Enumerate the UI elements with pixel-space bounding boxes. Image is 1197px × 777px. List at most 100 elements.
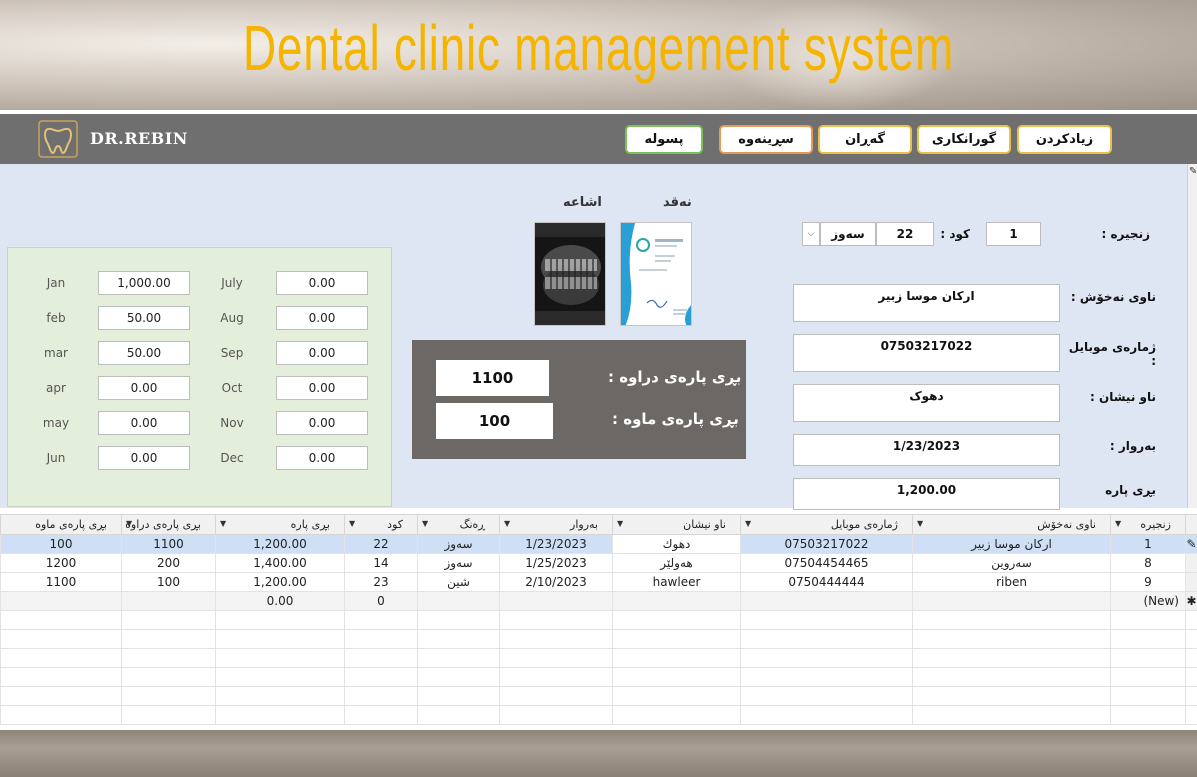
cell-mobile[interactable]: 07503217022 [740,534,913,554]
cell-code[interactable]: 0 [344,591,418,611]
chevron-down-icon[interactable]: ▼ [349,519,355,528]
column-header-color[interactable]: ▼ ڕەنگ [417,514,500,535]
month-value-nov[interactable]: 0.00 [276,411,368,435]
cell-remaining[interactable]: 1100 [0,572,122,592]
month-value-may[interactable]: 0.00 [98,411,190,435]
column-header-date[interactable]: ▼ بەروار [499,514,613,535]
cell-mobile[interactable]: 07504454465 [740,553,913,573]
cell-name[interactable]: riben [912,572,1111,592]
chevron-down-icon[interactable]: ▼ [422,519,428,528]
patient-name-field[interactable]: ارکان موسا زبیر [793,284,1060,322]
cell-paid[interactable]: 1100 [121,534,216,554]
chevron-down-icon[interactable]: ⌵ [802,222,820,246]
cell-date[interactable] [499,591,613,611]
record-selector[interactable] [1185,572,1197,592]
paid-amount-field[interactable]: 1100 [436,360,549,396]
mobile-number-field[interactable]: 07503217022 [793,334,1060,372]
column-header-mobile[interactable]: ▼ ژمارەی موبایل [740,514,913,535]
xray-image[interactable] [534,222,606,326]
date-field[interactable]: 1/23/2023 [793,434,1060,466]
cell-serial[interactable]: (New) [1110,591,1186,611]
cell-serial[interactable]: 9 [1110,572,1186,592]
cell-serial[interactable]: 8 [1110,553,1186,573]
cell-serial[interactable]: 1 [1110,534,1186,554]
chevron-down-icon[interactable]: ▼ [917,519,923,528]
cell-amount[interactable]: 1,400.00 [215,553,345,573]
pencil-icon[interactable]: ✎ [1185,534,1197,554]
cell-mobile[interactable]: 0750444444 [740,572,913,592]
cell-name[interactable] [912,591,1111,611]
column-header-paid[interactable]: ▼ بڕی پارەی دراوە [121,514,216,535]
record-selector[interactable] [1185,553,1197,573]
cell-address[interactable]: هەولێر [612,553,741,573]
month-value-sep[interactable]: 0.00 [276,341,368,365]
cell-amount[interactable]: 0.00 [215,591,345,611]
chevron-down-icon[interactable]: ▼ [617,519,623,528]
cell-code[interactable]: 23 [344,572,418,592]
cell-date[interactable]: 1/23/2023 [499,534,613,554]
month-value-dec[interactable]: 0.00 [276,446,368,470]
remaining-amount-field[interactable]: 100 [436,403,553,439]
month-value-jun[interactable]: 0.00 [98,446,190,470]
cell-address[interactable]: دهوك [612,534,741,554]
cell-address[interactable] [612,591,741,611]
cell-remaining[interactable]: 100 [0,534,122,554]
column-header-name[interactable]: ▼ ناوی نەخۆش [912,514,1111,535]
search-button[interactable]: گەڕان [818,125,912,154]
chevron-down-icon[interactable]: ▼ [220,519,226,528]
cell-address[interactable]: hawleer [612,572,741,592]
chevron-down-icon[interactable]: ▼ [126,519,132,528]
column-header-serial[interactable]: ▼ زنجیرە [1110,514,1186,535]
cell-code[interactable]: 22 [344,534,418,554]
month-value-jul[interactable]: 0.00 [276,271,368,295]
color-combo[interactable]: سەوز [820,222,876,246]
code-field[interactable]: 22 [876,222,934,246]
form-area: Jan 1,000.00 feb 50.00 mar 50.00 apr 0.0… [0,164,1187,510]
address-field[interactable]: دهوک [793,384,1060,422]
form-scrollbar[interactable]: ✎ [1187,164,1197,508]
cell-color[interactable] [417,591,500,611]
table-row[interactable]: 1100 100 1,200.00 23 شین 2/10/2023 hawle… [0,572,1197,592]
cell-name[interactable]: ارکان موسا زبیر [912,534,1111,554]
receipt-button[interactable]: پسولە [625,125,703,154]
delete-button[interactable]: سڕینەوە [719,125,813,154]
month-value-aug[interactable]: 0.00 [276,306,368,330]
cell-remaining[interactable] [0,591,122,611]
cell-date[interactable]: 2/10/2023 [499,572,613,592]
chevron-down-icon[interactable]: ▼ [745,519,751,528]
serial-field[interactable]: 1 [986,222,1041,246]
cell-paid[interactable]: 200 [121,553,216,573]
new-record-row[interactable]: 0.00 0 (New) ✱ [0,591,1197,611]
month-value-oct[interactable]: 0.00 [276,376,368,400]
cell-color[interactable]: شین [417,572,500,592]
month-value-feb[interactable]: 50.00 [98,306,190,330]
month-value-mar[interactable]: 50.00 [98,341,190,365]
cell-date[interactable]: 1/25/2023 [499,553,613,573]
cell-code[interactable]: 14 [344,553,418,573]
month-value-jan[interactable]: 1,000.00 [98,271,190,295]
asterisk-icon[interactable]: ✱ [1185,591,1197,611]
chevron-down-icon[interactable]: ▼ [504,519,510,528]
cell-color[interactable]: سەوز [417,534,500,554]
cell-name[interactable]: سەروین [912,553,1111,573]
column-header-amount[interactable]: ▼ بڕی پارە [215,514,345,535]
cash-document-image[interactable] [620,222,692,326]
table-row[interactable]: 1200 200 1,400.00 14 سەوز 1/25/2023 هەول… [0,553,1197,573]
patient-name-label: ناوی نەخۆش : [1070,290,1156,304]
add-button[interactable]: زیادکردن [1017,125,1112,154]
column-header-remaining[interactable]: بڕی پارەی ماوە [0,514,122,535]
chevron-down-icon[interactable]: ▼ [1115,519,1121,528]
cell-amount[interactable]: 1,200.00 [215,572,345,592]
month-value-apr[interactable]: 0.00 [98,376,190,400]
table-row[interactable]: 100 1100 1,200.00 22 سەوز 1/23/2023 دهوك… [0,534,1197,554]
cell-mobile[interactable] [740,591,913,611]
amount-field[interactable]: 1,200.00 [793,478,1060,510]
cell-amount[interactable]: 1,200.00 [215,534,345,554]
cell-color[interactable]: سەوز [417,553,500,573]
column-header-address[interactable]: ▼ ناو نیشان [612,514,741,535]
edit-button[interactable]: گورانکاری [917,125,1011,154]
column-header-code[interactable]: ▼ کود [344,514,418,535]
cell-paid[interactable] [121,591,216,611]
cell-remaining[interactable]: 1200 [0,553,122,573]
cell-paid[interactable]: 100 [121,572,216,592]
